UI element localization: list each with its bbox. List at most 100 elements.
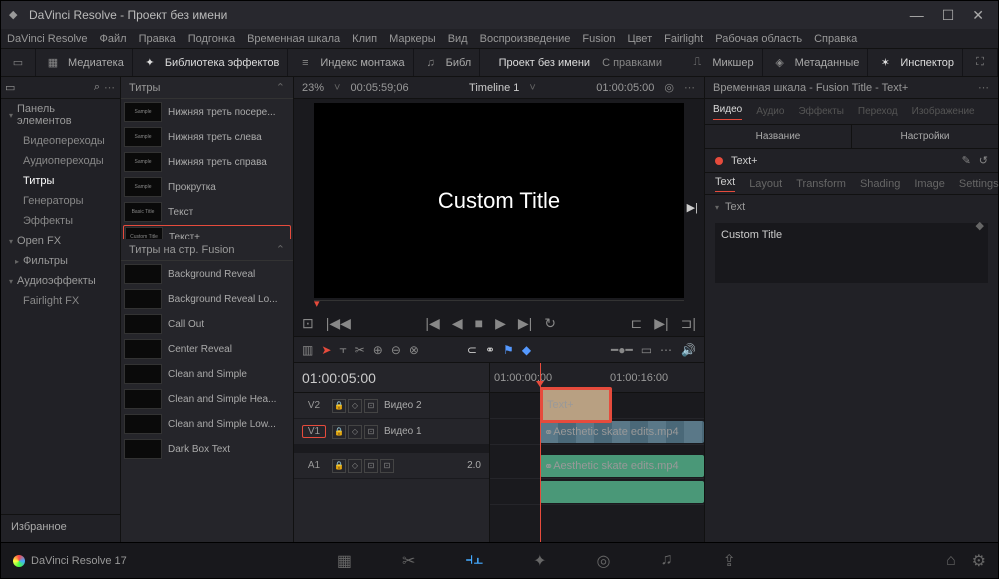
- disable-icon[interactable]: ◇: [348, 399, 362, 413]
- page-deliver[interactable]: ⇪: [722, 551, 735, 571]
- enable-dot-icon[interactable]: [715, 157, 723, 165]
- menu-item[interactable]: Временная шкала: [247, 33, 340, 45]
- fusion-title-item[interactable]: Dark Box Text: [123, 437, 291, 461]
- filter-icon[interactable]: ▭: [5, 81, 15, 94]
- fusion-title-item[interactable]: Clean and Simple Hea...: [123, 387, 291, 411]
- page-fusion[interactable]: ✦: [533, 551, 546, 571]
- menu-item[interactable]: Цвет: [627, 33, 652, 45]
- cat-toolbox[interactable]: ▾Панель элементов: [1, 99, 120, 131]
- cat-effects[interactable]: Эффекты: [1, 211, 120, 231]
- trim-tool-icon[interactable]: ⫟: [339, 342, 346, 357]
- reverse-icon[interactable]: ◀: [452, 315, 463, 332]
- fusion-title-item[interactable]: Clean and Simple Low...: [123, 412, 291, 436]
- pool-toggle[interactable]: ▭: [1, 49, 36, 76]
- cat-audiofx[interactable]: ▾Аудиоэффекты: [1, 271, 120, 291]
- custom-icon[interactable]: ▭: [641, 343, 652, 357]
- settings-icon[interactable]: ⚙: [972, 551, 986, 571]
- page-edit[interactable]: ⫞⫠: [465, 551, 483, 571]
- subtab-shading[interactable]: Shading: [860, 178, 900, 190]
- section-text[interactable]: Text: [725, 201, 745, 213]
- mixer-button[interactable]: ⎍Микшер: [680, 49, 762, 76]
- cat-audio-transitions[interactable]: Аудиопереходы: [1, 151, 120, 171]
- metadata-button[interactable]: ◈Метаданные: [763, 49, 869, 76]
- match-frame-icon[interactable]: ⊡: [302, 315, 314, 332]
- link-icon[interactable]: ⚭: [485, 343, 495, 357]
- lock-icon[interactable]: 🔒: [332, 459, 346, 473]
- audio-clip[interactable]: [540, 481, 704, 503]
- playhead[interactable]: [540, 363, 541, 542]
- tab-image[interactable]: Изображение: [912, 106, 975, 117]
- subtab-image[interactable]: Image: [914, 178, 945, 190]
- cat-titles[interactable]: Титры: [1, 171, 120, 191]
- lock-icon[interactable]: 🔒: [332, 425, 346, 439]
- marker-icon[interactable]: ◆: [522, 343, 531, 357]
- viewer[interactable]: Custom Title ▶|: [314, 103, 684, 298]
- tab-audio[interactable]: Аудио: [756, 106, 784, 117]
- menu-item[interactable]: Файл: [100, 33, 127, 45]
- cat-openfx[interactable]: ▾Open FX: [1, 231, 120, 251]
- tab-video[interactable]: Видео: [713, 104, 742, 120]
- prev-clip-icon[interactable]: |◀: [425, 315, 439, 332]
- text-input[interactable]: Custom Title: [715, 223, 988, 283]
- disable-icon[interactable]: ◇: [348, 425, 362, 439]
- mute-icon[interactable]: 🔊: [681, 343, 696, 357]
- replace-icon[interactable]: ⊗: [409, 343, 419, 357]
- video-clip[interactable]: ⚭ Aesthetic skate edits.mp4: [540, 421, 704, 443]
- mark-in-icon[interactable]: ⊏: [630, 315, 642, 332]
- page-media[interactable]: ▦: [337, 551, 352, 571]
- menu-item[interactable]: Подгонка: [188, 33, 235, 45]
- go-end-icon[interactable]: ▶|: [654, 315, 668, 332]
- tab-transition[interactable]: Переход: [858, 106, 898, 117]
- fusion-title-item[interactable]: Background Reveal: [123, 262, 291, 286]
- loop-icon[interactable]: ↻: [544, 315, 556, 332]
- stop-icon[interactable]: ■: [475, 315, 483, 331]
- keyframe-diamond-icon[interactable]: ◆: [976, 219, 984, 232]
- maximize-button[interactable]: ☐: [942, 7, 955, 24]
- keyframe-icon[interactable]: ✎: [962, 154, 971, 167]
- page-cut[interactable]: ✂: [402, 551, 415, 571]
- subtab-name[interactable]: Название: [705, 125, 852, 148]
- lock-icon[interactable]: 🔒: [332, 399, 346, 413]
- title-item[interactable]: Basic TitleТекст: [123, 200, 291, 224]
- sound-library-button[interactable]: ♫Библ: [414, 49, 481, 76]
- options-icon[interactable]: ⋯: [104, 81, 116, 94]
- overwrite-icon[interactable]: ⊖: [391, 343, 401, 357]
- title-item-selected[interactable]: Custom TitleТекст+: [123, 225, 291, 239]
- subtab-settings[interactable]: Настройки: [852, 125, 998, 148]
- next-icon[interactable]: ▶|: [687, 201, 698, 214]
- media-button[interactable]: ▦Медиатека: [36, 49, 133, 76]
- edit-index-button[interactable]: ≡Индекс монтажа: [288, 49, 413, 76]
- cat-fairlight[interactable]: Fairlight FX: [1, 291, 120, 311]
- title-item[interactable]: SampleНижняя треть посере...: [123, 100, 291, 124]
- title-item[interactable]: SampleПрокрутка: [123, 175, 291, 199]
- arrow-tool-icon[interactable]: ➤: [321, 343, 331, 357]
- audio-clip[interactable]: ⚭ Aesthetic skate edits.mp4: [540, 455, 704, 477]
- view-icon[interactable]: ▥: [302, 343, 313, 357]
- fusion-title-item[interactable]: Call Out: [123, 312, 291, 336]
- subtab-settings2[interactable]: Settings: [959, 178, 999, 190]
- menu-item[interactable]: Fairlight: [664, 33, 703, 45]
- mute-icon[interactable]: ◇: [348, 459, 362, 473]
- play-icon[interactable]: ▶: [495, 315, 506, 332]
- title-item[interactable]: SampleНижняя треть слева: [123, 125, 291, 149]
- menu-item[interactable]: DaVinci Resolve: [7, 33, 88, 45]
- title-item[interactable]: SampleНижняя треть справа: [123, 150, 291, 174]
- menu-item[interactable]: Справка: [814, 33, 857, 45]
- curve-icon[interactable]: ⊡: [364, 425, 378, 439]
- cat-generators[interactable]: Генераторы: [1, 191, 120, 211]
- minimize-button[interactable]: —: [910, 7, 924, 23]
- fusion-title-item[interactable]: Center Reveal: [123, 337, 291, 361]
- favorites-section[interactable]: Избранное: [1, 514, 120, 542]
- subtab-text[interactable]: Text: [715, 176, 735, 192]
- timeline-name[interactable]: Timeline 1: [469, 82, 519, 94]
- menu-item[interactable]: Клип: [352, 33, 377, 45]
- bypass-icon[interactable]: ◎: [664, 81, 674, 94]
- menu-item[interactable]: Вид: [448, 33, 468, 45]
- solo-icon[interactable]: ⊡: [364, 459, 378, 473]
- subtab-transform[interactable]: Transform: [796, 178, 846, 190]
- page-fairlight[interactable]: ♫: [660, 551, 672, 571]
- menu-item[interactable]: Воспроизведение: [480, 33, 571, 45]
- fusion-title-item[interactable]: Clean and Simple: [123, 362, 291, 386]
- blade-tool-icon[interactable]: ✂: [355, 343, 365, 357]
- inspector-button[interactable]: ✶Инспектор: [868, 49, 963, 76]
